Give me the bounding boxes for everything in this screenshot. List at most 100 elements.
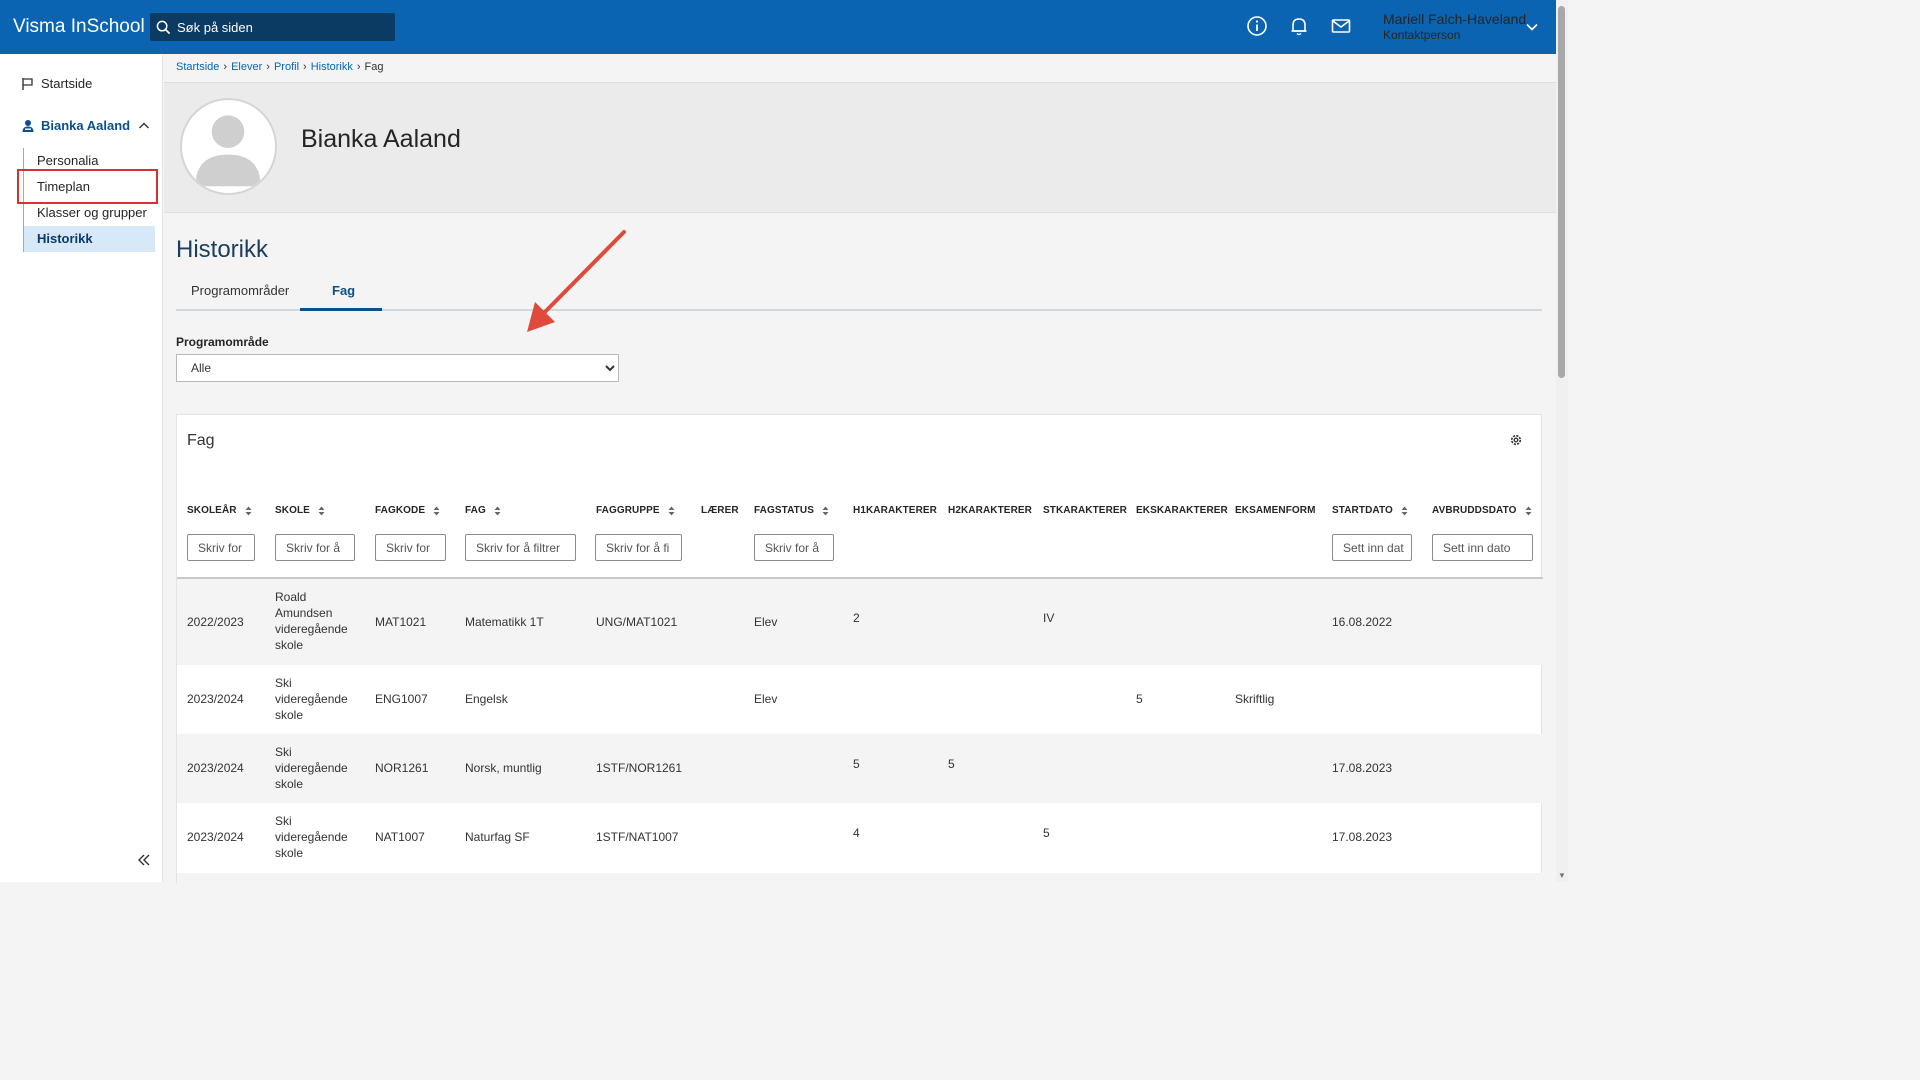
header-h2karakterer: H2KARAKTERER	[948, 505, 1032, 516]
cell-eks: 5	[1136, 692, 1143, 706]
cell-faggruppe: 1STF/NAT1007	[596, 830, 679, 844]
highlight-box	[17, 169, 158, 204]
table-row[interactable]	[177, 873, 1543, 885]
chevron-right-icon: ›	[356, 61, 361, 73]
app-title[interactable]: Visma InSchool	[13, 16, 151, 38]
chevron-down-icon[interactable]	[1525, 20, 1539, 34]
bell-icon[interactable]	[1288, 15, 1310, 37]
tab-bar: Programområder Fag	[176, 274, 1542, 311]
filter-fagstatus-input[interactable]	[754, 534, 834, 561]
chevron-up-icon[interactable]	[138, 120, 150, 132]
cell-st: 5	[1043, 826, 1050, 840]
header-label: FAGSTATUS	[754, 505, 814, 516]
header-eksamenform: EKSAMENFORM	[1235, 505, 1316, 516]
cell-skoleaar: 2023/2024	[187, 830, 244, 844]
sidebar-item-student[interactable]: Bianka Aaland	[21, 118, 156, 133]
cell-skole: Ski videregående skole	[275, 745, 348, 791]
avatar-silhouette-icon	[195, 115, 261, 187]
header-label: H2KARAKTERER	[948, 505, 1032, 516]
cell-faggruppe: UNG/MAT1021	[596, 615, 678, 629]
chevron-right-icon: ›	[266, 61, 270, 73]
cell-fagstatus: Elev	[754, 615, 778, 629]
page-title: Historikk	[176, 236, 269, 263]
header-label: SKOLEÅR	[187, 505, 237, 516]
header-laerer: LÆRER	[701, 505, 739, 516]
mail-icon[interactable]	[1330, 15, 1352, 37]
cell-fagkode: NOR1261	[375, 761, 429, 775]
header-avbruddsdato[interactable]: AVBRUDDSDATO	[1432, 505, 1532, 516]
scrollbar-thumb[interactable]	[1558, 6, 1565, 378]
breadcrumb-historikk[interactable]: Historikk	[311, 61, 353, 73]
sort-icon[interactable]	[433, 506, 440, 516]
tab-programomrader[interactable]: Programområder	[191, 283, 289, 298]
header-label: LÆRER	[701, 505, 739, 516]
header-label: EKSAMENFORM	[1235, 505, 1316, 516]
table-row[interactable]: 2023/2024 Ski videregående skole NOR1261…	[177, 734, 1543, 803]
table-row[interactable]: 2023/2024 Ski videregående skole NAT1007…	[177, 803, 1543, 873]
flag-icon	[22, 77, 33, 90]
filter-skole-input[interactable]	[275, 534, 355, 561]
sort-icon[interactable]	[668, 506, 675, 516]
filter-fag-input[interactable]	[465, 534, 576, 561]
cell-eksamenform: Skriftlig	[1235, 692, 1275, 706]
header-fagkode[interactable]: FAGKODE	[375, 505, 440, 516]
header-label: STKARAKTERER	[1043, 505, 1127, 516]
sort-icon[interactable]	[1401, 506, 1408, 516]
filter-faggruppe-input[interactable]	[595, 534, 682, 561]
cell-skole: Ski videregående skole	[275, 814, 348, 860]
cell-startdato: 17.08.2023	[1332, 830, 1393, 844]
search-input[interactable]	[177, 19, 387, 35]
sidebar-item-label: Bianka Aaland	[41, 118, 131, 133]
programomrade-select[interactable]: Alle	[176, 354, 619, 382]
cell-h1: 2	[853, 611, 860, 625]
cell-startdato: 17.08.2023	[1332, 761, 1393, 775]
header-label: FAG	[465, 505, 486, 516]
header-ekskarakterer: EKSKARAKTERER	[1136, 505, 1228, 516]
filter-fagkode-input[interactable]	[375, 534, 446, 561]
breadcrumb-profil[interactable]: Profil	[274, 61, 299, 73]
cell-skole: Roald Amundsen videregående skole	[275, 590, 348, 652]
cell-fagkode: ENG1007	[375, 692, 428, 706]
breadcrumb: Startside › Elever › Profil › Historikk › Fa…	[176, 61, 384, 73]
sidebar-item-startside[interactable]: Startside	[21, 76, 92, 91]
cell-skoleaar: 2023/2024	[187, 692, 244, 706]
header-fagstatus[interactable]: FAGSTATUS	[754, 505, 829, 516]
student-icon	[22, 119, 34, 132]
main-content: Startside › Elever › Profil › Historikk › Fa…	[164, 54, 1556, 885]
sort-icon[interactable]	[245, 506, 252, 516]
collapse-sidebar-icon[interactable]	[136, 852, 152, 868]
search-box[interactable]	[150, 13, 395, 41]
active-tab-indicator	[300, 308, 382, 311]
vertical-scrollbar[interactable]: ▼	[1556, 0, 1568, 882]
table-row[interactable]: 2023/2024 Ski videregående skole ENG1007…	[177, 665, 1543, 734]
header-faggruppe[interactable]: FAGGRUPPE	[596, 505, 675, 516]
gear-icon[interactable]	[1509, 433, 1523, 447]
cell-st: IV	[1043, 611, 1055, 625]
info-icon[interactable]	[1246, 15, 1268, 37]
header-label: FAGGRUPPE	[596, 505, 660, 516]
cell-h2: 5	[948, 757, 955, 771]
header-startdato[interactable]: STARTDATO	[1332, 505, 1408, 516]
chevron-right-icon: ›	[223, 61, 228, 73]
header-fag[interactable]: FAG	[465, 505, 501, 516]
filter-skoleaar-input[interactable]	[187, 534, 255, 561]
profile-header: Bianka Aaland	[164, 82, 1556, 213]
filter-startdato-input[interactable]	[1332, 534, 1412, 561]
header-skole[interactable]: SKOLE	[275, 505, 325, 516]
user-menu[interactable]: Mariell Falch-Haveland Kontaktperson	[1383, 11, 1526, 43]
chevron-right-icon: ›	[303, 61, 307, 73]
sort-icon[interactable]	[494, 506, 501, 516]
programomrade-label: Programområde	[176, 335, 269, 349]
filter-avbruddsdato-input[interactable]	[1432, 534, 1533, 561]
table-row[interactable]: 2022/2023 Roald Amundsen videregående sk…	[177, 579, 1543, 665]
breadcrumb-elever[interactable]: Elever	[231, 61, 262, 73]
sort-icon[interactable]	[822, 506, 829, 516]
breadcrumb-startside[interactable]: Startside	[176, 61, 219, 73]
tab-fag[interactable]: Fag	[332, 283, 355, 298]
scroll-down-arrow-icon[interactable]: ▼	[1558, 871, 1566, 880]
sidebar-item-historikk[interactable]: Historikk	[24, 226, 155, 252]
cell-h1: 5	[853, 757, 860, 771]
sort-icon[interactable]	[318, 506, 325, 516]
header-skoleaar[interactable]: SKOLEÅR	[187, 505, 252, 516]
sort-icon[interactable]	[1525, 506, 1532, 516]
